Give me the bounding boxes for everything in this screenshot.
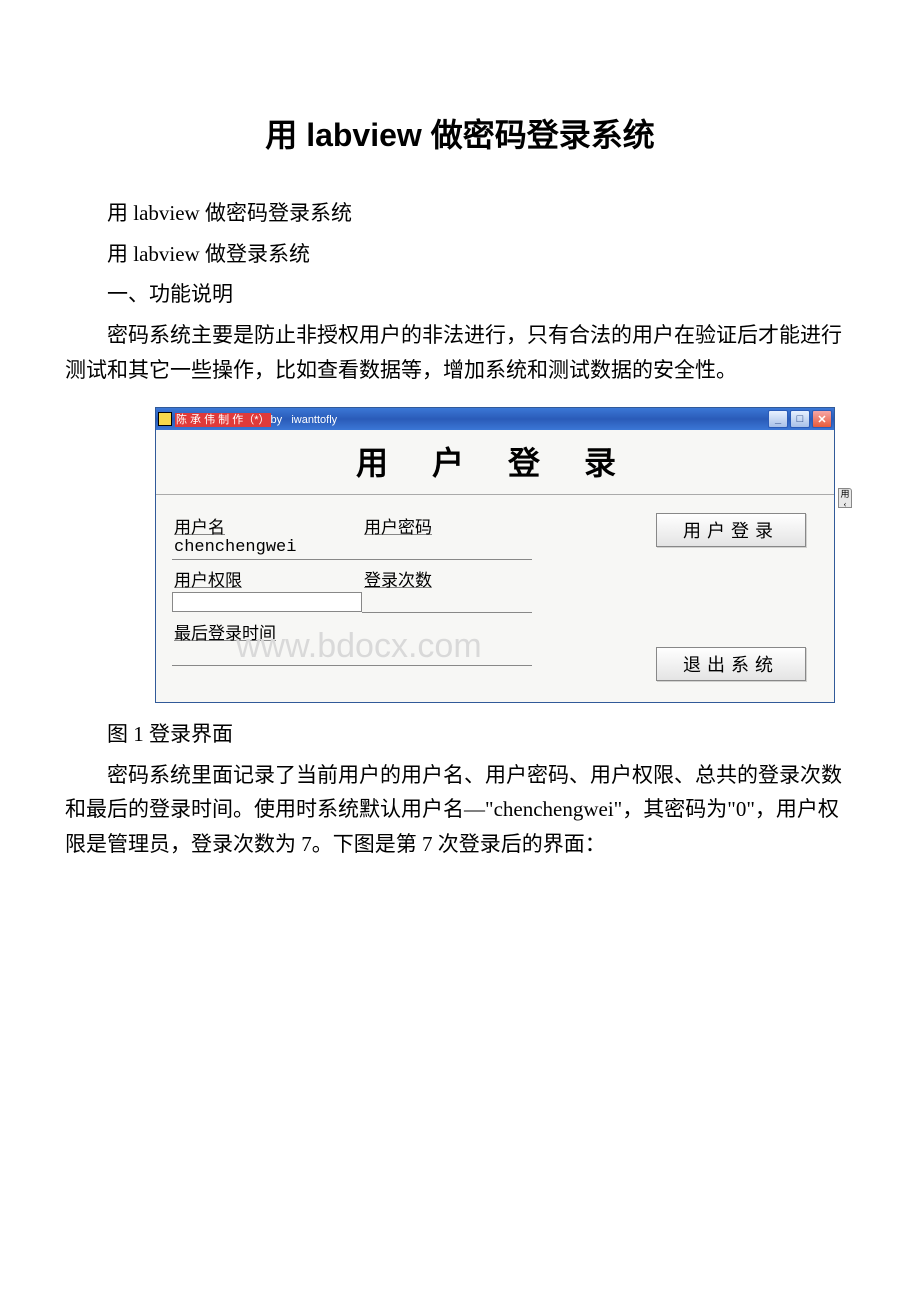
last-login-label: 最后登录时间 [172,619,532,644]
app-icon [158,412,172,426]
paragraph-1: 用 labview 做密码登录系统 [65,196,855,231]
title-red-segment: 陈 承 伟 制 作（*） [175,413,271,427]
form-area: www.bdocx.com 用户名 chenchengwei 用户密码 用户权限 [156,495,834,702]
exit-button[interactable]: 退出系统 [656,647,806,681]
login-count-label: 登录次数 [362,566,532,591]
figure-caption: 图 1 登录界面 [65,717,855,752]
username-value[interactable]: chenchengwei [172,538,362,560]
section-heading: 一、功能说明 [65,277,855,312]
close-button[interactable]: ✕ [812,410,832,428]
window-title-text: 陈 承 伟 制 作（*）by iwanttofly [175,411,768,427]
password-value[interactable] [362,538,532,560]
login-count-value[interactable] [362,591,532,613]
app-header-title: 用 户 登 录 [156,438,834,484]
password-label: 用户密码 [362,513,532,538]
paragraph-2: 用 labview 做登录系统 [65,237,855,272]
window-titlebar: 陈 承 伟 制 作（*）by iwanttofly _ □ ✕ [156,408,834,430]
permission-value[interactable] [172,592,362,612]
login-button[interactable]: 用户登录 [656,513,806,547]
right-widget-icon: 用‹ [838,488,852,508]
maximize-button[interactable]: □ [790,410,810,428]
paragraph-after-figure: 密码系统里面记录了当前用户的用户名、用户密码、用户权限、总共的登录次数和最后的登… [65,758,855,862]
username-label: 用户名 [172,513,362,538]
document-title: 用 labview 做密码登录系统 [65,110,855,156]
paragraph-description: 密码系统主要是防止非授权用户的非法进行，只有合法的用户在验证后才能进行测试和其它… [65,318,855,387]
app-window-screenshot: 陈 承 伟 制 作（*）by iwanttofly _ □ ✕ 用 户 登 录 … [155,407,835,703]
last-login-value[interactable] [172,644,532,666]
window-control-buttons: _ □ ✕ [768,410,832,428]
permission-label: 用户权限 [172,566,362,591]
app-header: 用 户 登 录 用‹ [156,430,834,495]
minimize-button[interactable]: _ [768,410,788,428]
